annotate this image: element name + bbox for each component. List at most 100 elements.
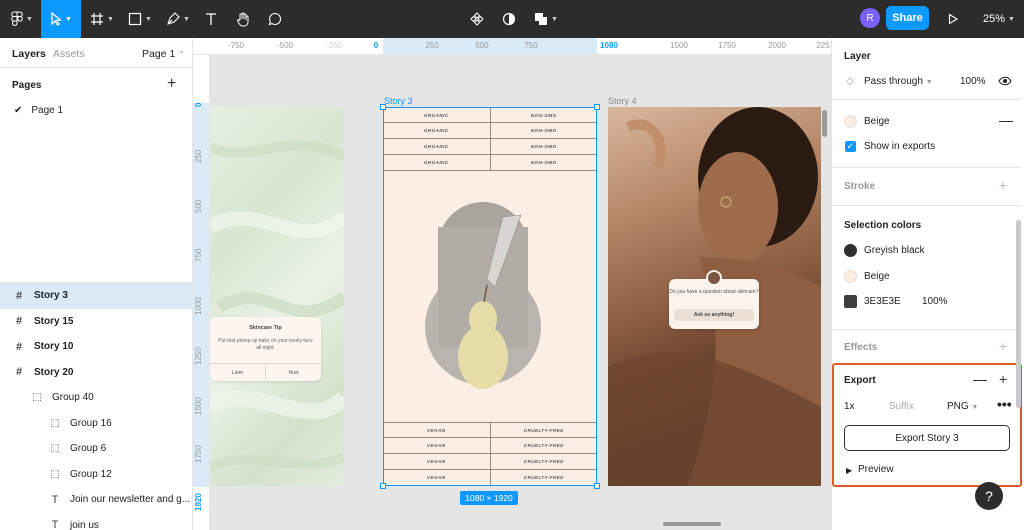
layer-row[interactable]: ⬚ Group 16 — [0, 411, 192, 437]
tab-assets[interactable]: Assets — [53, 48, 85, 60]
tag-cell: VEGAN — [426, 443, 446, 448]
zoom-menu[interactable]: 25% ▼ — [983, 0, 1015, 38]
resize-handle[interactable] — [594, 483, 600, 489]
comment-tool-button[interactable] — [264, 0, 286, 38]
layer-row[interactable]: # Story 20 — [0, 360, 192, 386]
color-hex-value[interactable]: 3E3E3E — [864, 296, 901, 307]
layer-name: Join our newsletter and g... — [70, 494, 191, 506]
tip-now-button[interactable]: Now — [265, 364, 321, 381]
layer-row[interactable]: # Story 3 — [0, 283, 192, 309]
ruler-selection-highlight — [383, 38, 597, 54]
layer-section: Layer ◇ Pass through ▼ 100% — [832, 38, 1021, 100]
shape-tool-button[interactable]: ▼ — [124, 0, 156, 38]
ruler-label: 1500 — [670, 41, 688, 50]
layer-row[interactable]: ⬚ Group 12 — [0, 462, 192, 488]
ruler-label: 1750 — [718, 41, 736, 50]
components-button[interactable] — [466, 0, 488, 38]
ruler-label: 1500 — [194, 397, 203, 415]
pen-icon — [167, 12, 180, 25]
bottom-tag-grid: VEGAN CRUELTY-FREE VEGAN CRUELTY-FREE VE… — [383, 422, 597, 486]
hand-icon — [236, 12, 249, 27]
resize-handle[interactable] — [380, 104, 386, 110]
ruler-label: 2000 — [768, 41, 786, 50]
page-item[interactable]: ✔ Page 1 — [14, 105, 63, 116]
play-icon — [948, 13, 959, 25]
story-frame-left[interactable]: Skincare Tip Put that plump up baby on y… — [210, 107, 344, 486]
resize-handle[interactable] — [380, 483, 386, 489]
story-4-frame[interactable]: Do you have a question about skincare? A… — [608, 107, 821, 486]
canvas[interactable]: Skincare Tip Put that plump up baby on y… — [210, 55, 831, 530]
page-item-label: Page 1 — [31, 105, 64, 116]
opacity-input[interactable]: 100% — [960, 76, 986, 87]
page-selector[interactable]: Page 1 ⌃ — [142, 48, 185, 60]
remove-fill-icon[interactable]: — — [999, 112, 1013, 128]
hand-tool-button[interactable] — [232, 0, 254, 38]
layer-name: Group 12 — [70, 468, 112, 480]
ruler-label: 1750 — [194, 445, 203, 463]
chevron-down-icon: ▼ — [1008, 15, 1015, 23]
user-avatar[interactable]: R — [860, 8, 880, 28]
color-name[interactable]: Beige — [864, 271, 890, 282]
tip-body: Put that plump up baby on your lovely fa… — [218, 338, 313, 351]
canvas-scrollbar-vertical[interactable] — [822, 110, 827, 137]
text-tool-button[interactable] — [200, 0, 222, 38]
main-menu-button[interactable]: ▼ — [4, 0, 40, 38]
ruler-label: 0 — [194, 102, 203, 107]
ruler-label: 250 — [425, 41, 439, 50]
ruler-label: 225 — [816, 41, 830, 50]
layer-row[interactable]: # Story 15 — [0, 309, 192, 335]
tab-layers[interactable]: Layers — [12, 48, 46, 60]
blend-mode-icon: ◇ — [846, 76, 854, 87]
show-in-exports-checkbox[interactable]: ✓ — [845, 141, 856, 152]
layer-name: join us — [70, 519, 99, 530]
help-button[interactable]: ? — [975, 482, 1003, 510]
color-name[interactable]: Greyish black — [864, 245, 925, 256]
skincare-tip-card: Skincare Tip Put that plump up baby on y… — [210, 317, 321, 381]
blend-mode-select[interactable]: Pass through ▼ — [864, 76, 933, 87]
share-button[interactable]: Share — [886, 6, 929, 30]
group-dotted-icon: ⬚ — [50, 468, 60, 480]
story-3-frame[interactable]: ORGANIC NON-GMO ORGANIC NON-GMO ORGANIC … — [383, 107, 597, 486]
layer-row[interactable]: # Story 10 — [0, 334, 192, 360]
export-story-button[interactable]: Export Story 3 — [844, 425, 1010, 451]
layer-name: Story 20 — [34, 366, 74, 378]
blend-mode-label: Pass through — [864, 76, 923, 87]
layer-row[interactable]: ⬚ Group 6 — [0, 436, 192, 462]
color-swatch-beige[interactable] — [844, 270, 857, 283]
ask-us-button[interactable]: Ask us anything! — [674, 309, 754, 321]
color-swatch-greyish-black[interactable] — [844, 244, 857, 257]
add-page-icon[interactable]: + — [167, 75, 176, 93]
eye-icon[interactable] — [998, 76, 1012, 86]
left-panel-tabs: Layers Assets Page 1 ⌃ — [0, 38, 192, 68]
add-stroke-icon[interactable]: + — [999, 177, 1007, 193]
ruler-label: 1250 — [194, 347, 203, 365]
resize-handle[interactable] — [594, 104, 600, 110]
frame-tool-button[interactable]: ▼ — [86, 0, 118, 38]
tag-cell: CRUELTY-FREE — [489, 470, 598, 485]
boolean-ops-button[interactable]: ▼ — [530, 0, 562, 38]
layer-row[interactable]: T Join our newsletter and g... — [0, 487, 192, 513]
layer-name: Story 15 — [34, 315, 74, 327]
tip-later-button[interactable]: Later — [210, 364, 265, 381]
frame-label-story-4[interactable]: Story 4 — [608, 96, 637, 106]
color-swatch-hex[interactable] — [844, 295, 857, 308]
canvas-scrollbar-horizontal[interactable] — [663, 522, 721, 526]
add-effect-icon[interactable]: + — [999, 338, 1007, 354]
mask-button[interactable] — [498, 0, 520, 38]
move-tool-button[interactable]: ▼ — [41, 0, 81, 38]
ruler-label: 500 — [475, 41, 489, 50]
fill-swatch[interactable] — [844, 115, 857, 128]
fill-name[interactable]: Beige — [864, 116, 890, 127]
ruler-label: -250 — [325, 41, 343, 50]
pen-tool-button[interactable]: ▼ — [162, 0, 194, 38]
present-button[interactable] — [944, 0, 962, 38]
layer-row[interactable]: ⬚ Group 40 — [0, 385, 192, 411]
layer-row[interactable]: T join us — [0, 513, 192, 530]
stroke-title: Stroke — [844, 181, 876, 192]
color-opacity[interactable]: 100% — [922, 296, 948, 307]
tag-cell: CRUELTY-FREE — [489, 423, 598, 437]
frame-label-story-3[interactable]: Story 3 — [384, 96, 413, 106]
frame-hash-icon: # — [15, 315, 23, 328]
text-t-icon — [206, 13, 216, 25]
right-panel-scrollbar[interactable] — [1016, 220, 1021, 408]
